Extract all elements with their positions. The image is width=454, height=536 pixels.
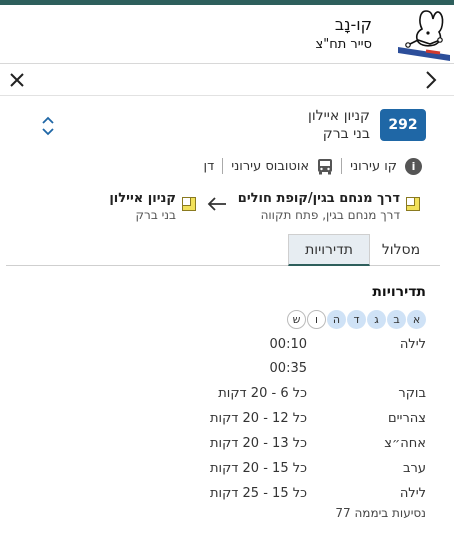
weekday-chip[interactable]: ג <box>367 310 386 329</box>
app-header: קו-נָב סייר תח"צ <box>0 5 454 64</box>
chevron-right-icon[interactable] <box>420 68 442 92</box>
schedule-row: בוקר כל 6 - 20 דקות <box>0 386 454 406</box>
divider <box>222 158 224 174</box>
rabbit-logo-icon <box>398 10 450 61</box>
schedule-row: 00:35 <box>0 361 454 381</box>
schedule-period: צהריים <box>388 411 426 426</box>
schedule-value: כל 15 - 20 דקות <box>209 461 307 476</box>
weekday-chip[interactable]: א <box>407 310 426 329</box>
schedule-value: כל 12 - 20 דקות <box>209 411 307 426</box>
schedule-period: לילה <box>399 337 426 352</box>
stop-marker-icon <box>182 197 196 211</box>
weekday-chip[interactable]: ה <box>327 310 346 329</box>
weekday-selector: אבגדהוש <box>287 310 426 329</box>
destination-city: בני ברק <box>322 126 370 142</box>
operator-name: דן <box>203 158 215 174</box>
bus-icon <box>318 158 333 174</box>
origin-stop-address: דרך מנחם בגין, פתח תקווה <box>260 208 400 222</box>
info-icon[interactable]: i <box>405 157 422 175</box>
app-subtitle: סייר תח"צ <box>315 37 372 52</box>
arrow-left-icon <box>207 197 226 211</box>
schedule-period: בוקר <box>398 386 426 401</box>
weekday-chip[interactable]: ב <box>387 310 406 329</box>
destination-stop[interactable]: קניון איילון בני ברק <box>109 191 196 223</box>
schedule-value: כל 13 - 20 דקות <box>209 436 307 451</box>
schedule-row: לילה 00:10 <box>0 337 454 357</box>
schedule-period: אחה״צ <box>384 436 426 451</box>
frequencies-title: תדירויות <box>372 284 426 300</box>
destination-stop-city: בני ברק <box>135 208 176 222</box>
stop-marker-icon <box>406 197 420 211</box>
schedule-row: לילה כל 15 - 25 דקות <box>0 486 454 506</box>
line-type: קו עירוני <box>350 158 397 174</box>
schedule-row: צהריים כל 12 - 20 דקות <box>0 411 454 431</box>
tab-route[interactable]: מסלול <box>370 234 432 266</box>
origin-stop[interactable]: דרך מנחם בגין/קופת חולים דרך מנחם בגין, … <box>238 191 420 223</box>
panel-nav-bar <box>0 64 454 96</box>
schedule-row: אחה״צ כל 13 - 20 דקות <box>0 436 454 456</box>
schedule-value: 00:10 <box>269 337 307 352</box>
schedule-value: כל 15 - 25 דקות <box>209 486 307 501</box>
weekday-chip[interactable]: ד <box>347 310 366 329</box>
weekday-chip[interactable]: ש <box>287 310 306 329</box>
origin-stop-name: דרך מנחם בגין/קופת חולים <box>237 191 400 206</box>
schedule-value: כל 6 - 20 דקות <box>218 386 307 401</box>
divider <box>341 158 343 174</box>
tab-bar: מסלול תדירויות <box>6 232 440 266</box>
swap-direction-icon[interactable] <box>40 116 56 136</box>
schedule-row: ערב כל 15 - 20 דקות <box>0 461 454 481</box>
app-title: קו-נָב <box>334 15 372 34</box>
trips-per-day: 77 נסיעות ביממה <box>335 506 426 520</box>
schedule-period: ערב <box>403 461 426 476</box>
schedule-value: 00:35 <box>269 361 307 376</box>
destination-name: קניון איילון <box>308 108 370 124</box>
tab-frequencies[interactable]: תדירויות <box>288 234 370 266</box>
weekday-chip[interactable]: ו <box>307 310 326 329</box>
line-number-badge: 292 <box>380 109 426 141</box>
line-info-row: i קו עירוני אוטובוס עירוני דן <box>204 156 422 176</box>
destination-stop-name: קניון איילון <box>109 191 176 206</box>
schedule-period: לילה <box>399 486 426 501</box>
vehicle-type: אוטובוס עירוני <box>231 158 310 174</box>
close-icon[interactable] <box>6 68 28 92</box>
